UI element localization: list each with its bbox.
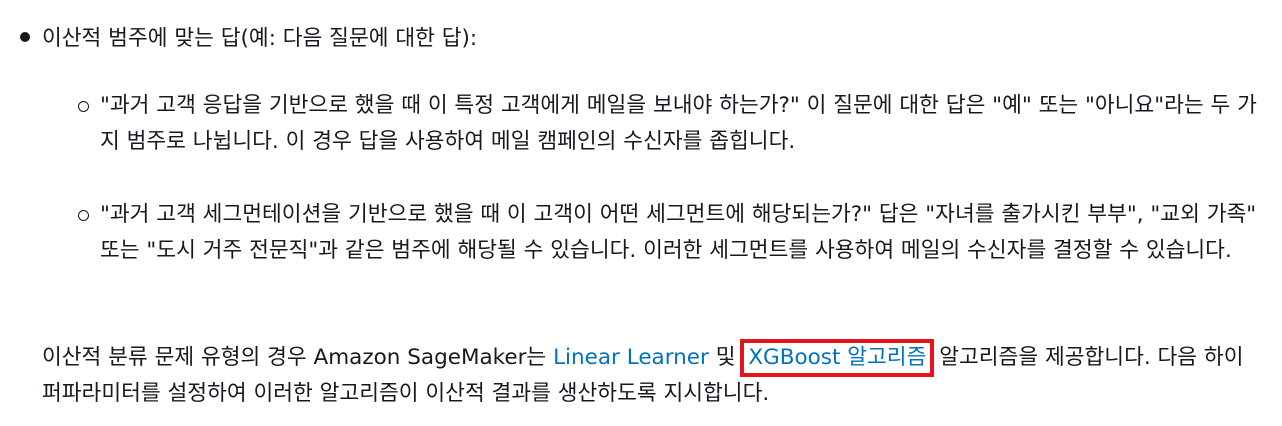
paragraph-text-before: 이산적 분류 문제 유형의 경우 Amazon SageMaker는 xyxy=(42,345,554,370)
xgboost-algorithm-link[interactable]: XGBoost 알고리즘 xyxy=(740,339,935,377)
description-paragraph: 이산적 분류 문제 유형의 경우 Amazon SageMaker는 Linea… xyxy=(42,339,1262,412)
sub-item-1: "과거 고객 응답을 기반으로 했을 때 이 특정 고객에게 메일을 보내야 하… xyxy=(78,88,1268,160)
sub-item-text: "과거 고객 응답을 기반으로 했을 때 이 특정 고객에게 메일을 보내야 하… xyxy=(100,93,1257,154)
bullet-disc-icon xyxy=(20,32,30,42)
sub-item-text: "과거 고객 세그먼테이션을 기반으로 했을 때 이 고객이 어떤 세그먼트에 … xyxy=(100,202,1257,263)
bullet-item: 이산적 범주에 맞는 답(예: 다음 질문에 대한 답): xyxy=(20,22,477,56)
circle-bullet-icon xyxy=(78,101,89,112)
bullet-text: 이산적 범주에 맞는 답(예: 다음 질문에 대한 답): xyxy=(42,26,478,51)
circle-bullet-icon xyxy=(78,210,89,221)
linear-learner-link[interactable]: Linear Learner xyxy=(553,345,709,370)
sub-item-2: "과거 고객 세그먼테이션을 기반으로 했을 때 이 고객이 어떤 세그먼트에 … xyxy=(78,197,1268,269)
paragraph-text-middle: 및 xyxy=(708,345,743,370)
